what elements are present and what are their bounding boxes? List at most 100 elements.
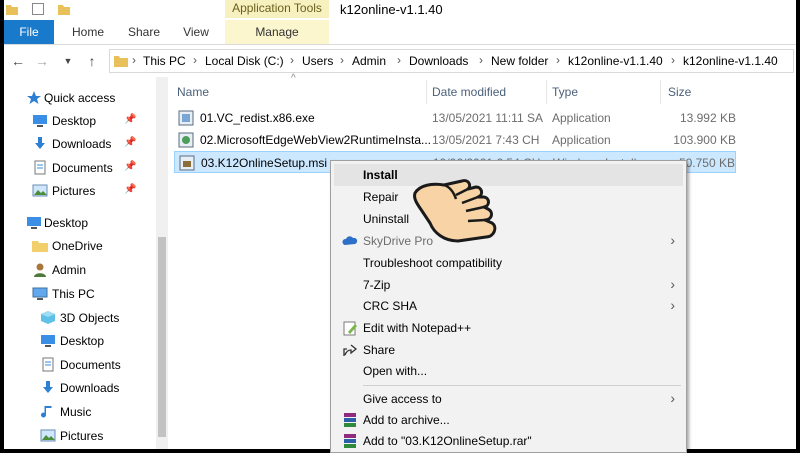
nav-item-desktop-pc[interactable]: Desktop [4,330,154,352]
address-bar[interactable]: › This PC › Local Disk (C:) › Users › Ad… [109,49,794,73]
tab-view[interactable]: View [176,20,216,44]
pictures-icon [32,183,48,198]
menu-item-add-to-archive[interactable]: Add to archive... [334,409,683,431]
nav-item-downloads-pc[interactable]: Downloads [4,377,154,399]
nav-item-this-pc[interactable]: This PC [4,283,154,305]
menu-item-7zip[interactable]: 7-Zip › [334,274,683,296]
tab-file[interactable]: File [4,20,54,44]
chevron-down-icon[interactable]: ▼ [60,53,76,69]
menu-item-share[interactable]: Share [334,339,683,361]
column-divider[interactable] [546,80,547,104]
breadcrumb-separator: › [479,53,483,67]
pin-icon[interactable]: 📌 [124,137,136,148]
nav-item-desktop[interactable]: Desktop [4,212,154,234]
breadcrumb-separator: › [132,53,136,67]
nav-item-onedrive[interactable]: OneDrive [4,235,154,257]
sort-ascending-icon: ^ [291,73,296,84]
menu-item-give-access[interactable]: Give access to › [334,388,683,410]
application-tools-header: Application Tools [225,0,329,18]
forward-arrow-icon[interactable]: → [34,53,50,69]
menu-item-uninstall[interactable]: Uninstall [334,208,683,230]
breadcrumb-this-pc[interactable]: This PC [143,54,186,68]
nav-item-music[interactable]: Music [4,401,154,423]
breadcrumb-admin[interactable]: Admin [352,54,386,68]
context-menu: Install Repair Uninstall SkyDrive Pro › … [330,160,687,453]
chevron-right-icon: › [670,232,675,248]
up-arrow-icon[interactable]: ↑ [84,53,100,69]
breadcrumb-separator: › [340,53,344,67]
nav-item-3d-objects[interactable]: 3D Objects [4,307,154,329]
pointing-hand-icon [410,165,505,245]
menu-item-open-with[interactable]: Open with... [334,360,683,382]
breadcrumb-separator: › [556,53,560,67]
chevron-right-icon: › [670,297,675,313]
window-title: k12online-v1.1.40 [340,2,443,17]
nav-item-pictures-pinned[interactable]: Pictures 📌 [4,180,154,202]
pin-icon[interactable]: 📌 [124,184,136,195]
nav-item-desktop-pinned[interactable]: Desktop 📌 [4,110,154,132]
checkbox-icon[interactable] [32,3,44,15]
navigation-pane: Quick access Desktop 📌 Downloads 📌 Docum… [4,77,156,449]
chevron-right-icon: › [670,390,675,406]
folder-icon [114,54,128,68]
winrar-icon [342,412,358,428]
desktop-icon [40,333,56,348]
download-icon [32,136,48,151]
pin-icon[interactable]: 📌 [124,114,136,125]
nav-item-quick-access[interactable]: Quick access [4,87,154,109]
breadcrumb-local-disk[interactable]: Local Disk (C:) [205,54,284,68]
star-icon [26,90,42,105]
breadcrumb-k12online-2[interactable]: k12online-v1.1.40 [683,54,778,68]
tab-home[interactable]: Home [66,20,110,44]
nav-item-documents-pc[interactable]: Documents [4,354,154,376]
column-divider[interactable] [426,80,427,104]
nav-item-documents-pinned[interactable]: Documents 📌 [4,157,154,179]
computer-icon [32,286,48,301]
music-icon [40,404,56,419]
cloud-icon [342,233,358,249]
pin-icon[interactable]: 📌 [124,161,136,172]
column-header-name[interactable]: Name [177,85,209,99]
tab-share[interactable]: Share [122,20,166,44]
exe-installer-icon [178,110,194,126]
breadcrumb-separator: › [290,53,294,67]
column-header-type[interactable]: Type [552,85,578,99]
desktop-icon [26,215,42,230]
file-row[interactable]: 01.VC_redist.x86.exe 13/05/2021 11:11 SA… [174,107,736,129]
nav-item-pictures-pc[interactable]: Pictures [4,425,154,447]
nav-item-downloads-pinned[interactable]: Downloads 📌 [4,133,154,155]
folder-icon[interactable] [58,3,70,15]
column-header-date[interactable]: Date modified [432,85,506,99]
breadcrumb-k12online-1[interactable]: k12online-v1.1.40 [568,54,663,68]
menu-item-add-to-rar[interactable]: Add to "03.K12OnlineSetup.rar" [334,430,683,452]
breadcrumb-downloads[interactable]: Downloads [409,54,468,68]
scrollbar-thumb[interactable] [158,237,166,437]
menu-item-skydrive-pro[interactable]: SkyDrive Pro › [334,230,683,252]
file-row[interactable]: 02.MicrosoftEdgeWebView2RuntimeInsta... … [174,129,736,151]
breadcrumb-separator: › [397,53,401,67]
cube-icon [40,310,56,325]
tab-manage[interactable]: Manage [225,20,329,44]
pictures-icon [40,428,56,443]
nav-item-admin[interactable]: Admin [4,259,154,281]
documents-icon [40,357,56,372]
nav-scrollbar[interactable] [156,77,168,449]
menu-item-notepadpp[interactable]: Edit with Notepad++ [334,317,683,339]
column-header-size[interactable]: Size [668,85,691,99]
breadcrumb-separator: › [193,53,197,67]
breadcrumb-new-folder[interactable]: New folder [491,54,548,68]
menu-item-crc-sha[interactable]: CRC SHA › [334,295,683,317]
menu-item-troubleshoot[interactable]: Troubleshoot compatibility [334,252,683,274]
breadcrumb-users[interactable]: Users [302,54,333,68]
notepad-icon [342,320,358,336]
menu-item-install[interactable]: Install [334,164,683,186]
folder-icon[interactable] [6,3,18,15]
user-icon [32,262,48,277]
back-arrow-icon[interactable]: ← [10,53,26,69]
download-icon [40,380,56,395]
documents-icon [32,160,48,175]
exe-installer-icon [178,132,194,148]
menu-item-repair[interactable]: Repair [334,186,683,208]
ribbon-tabs: File Home Share View Manage [4,20,796,45]
column-divider[interactable] [660,80,661,104]
